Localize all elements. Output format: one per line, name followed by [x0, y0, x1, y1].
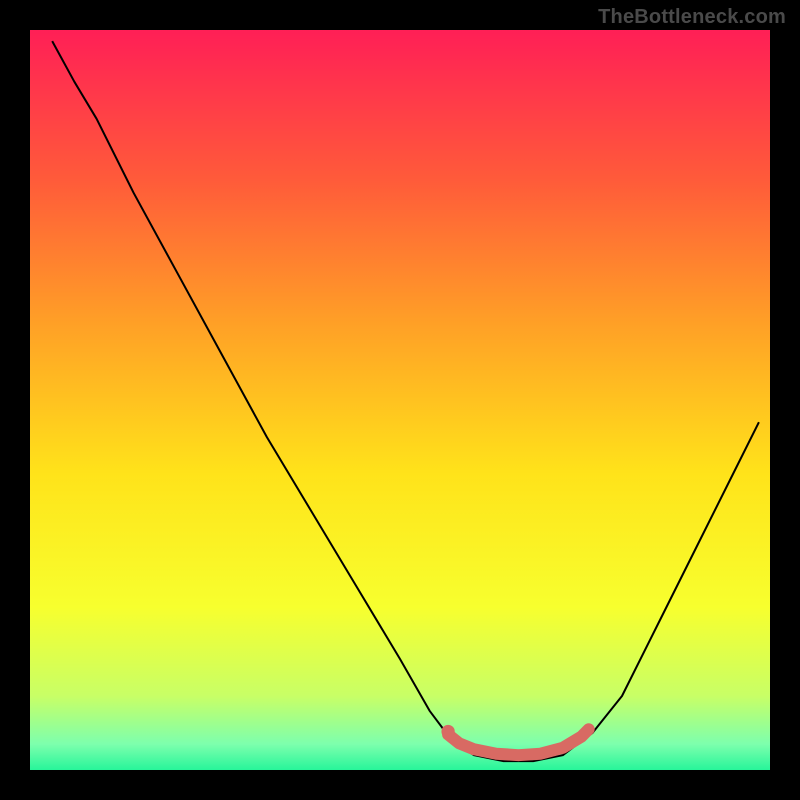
chart-frame: TheBottleneck.com — [0, 0, 800, 800]
watermark-text: TheBottleneck.com — [598, 6, 786, 29]
start-dot-marker — [441, 725, 454, 738]
bottleneck-chart — [0, 0, 800, 800]
